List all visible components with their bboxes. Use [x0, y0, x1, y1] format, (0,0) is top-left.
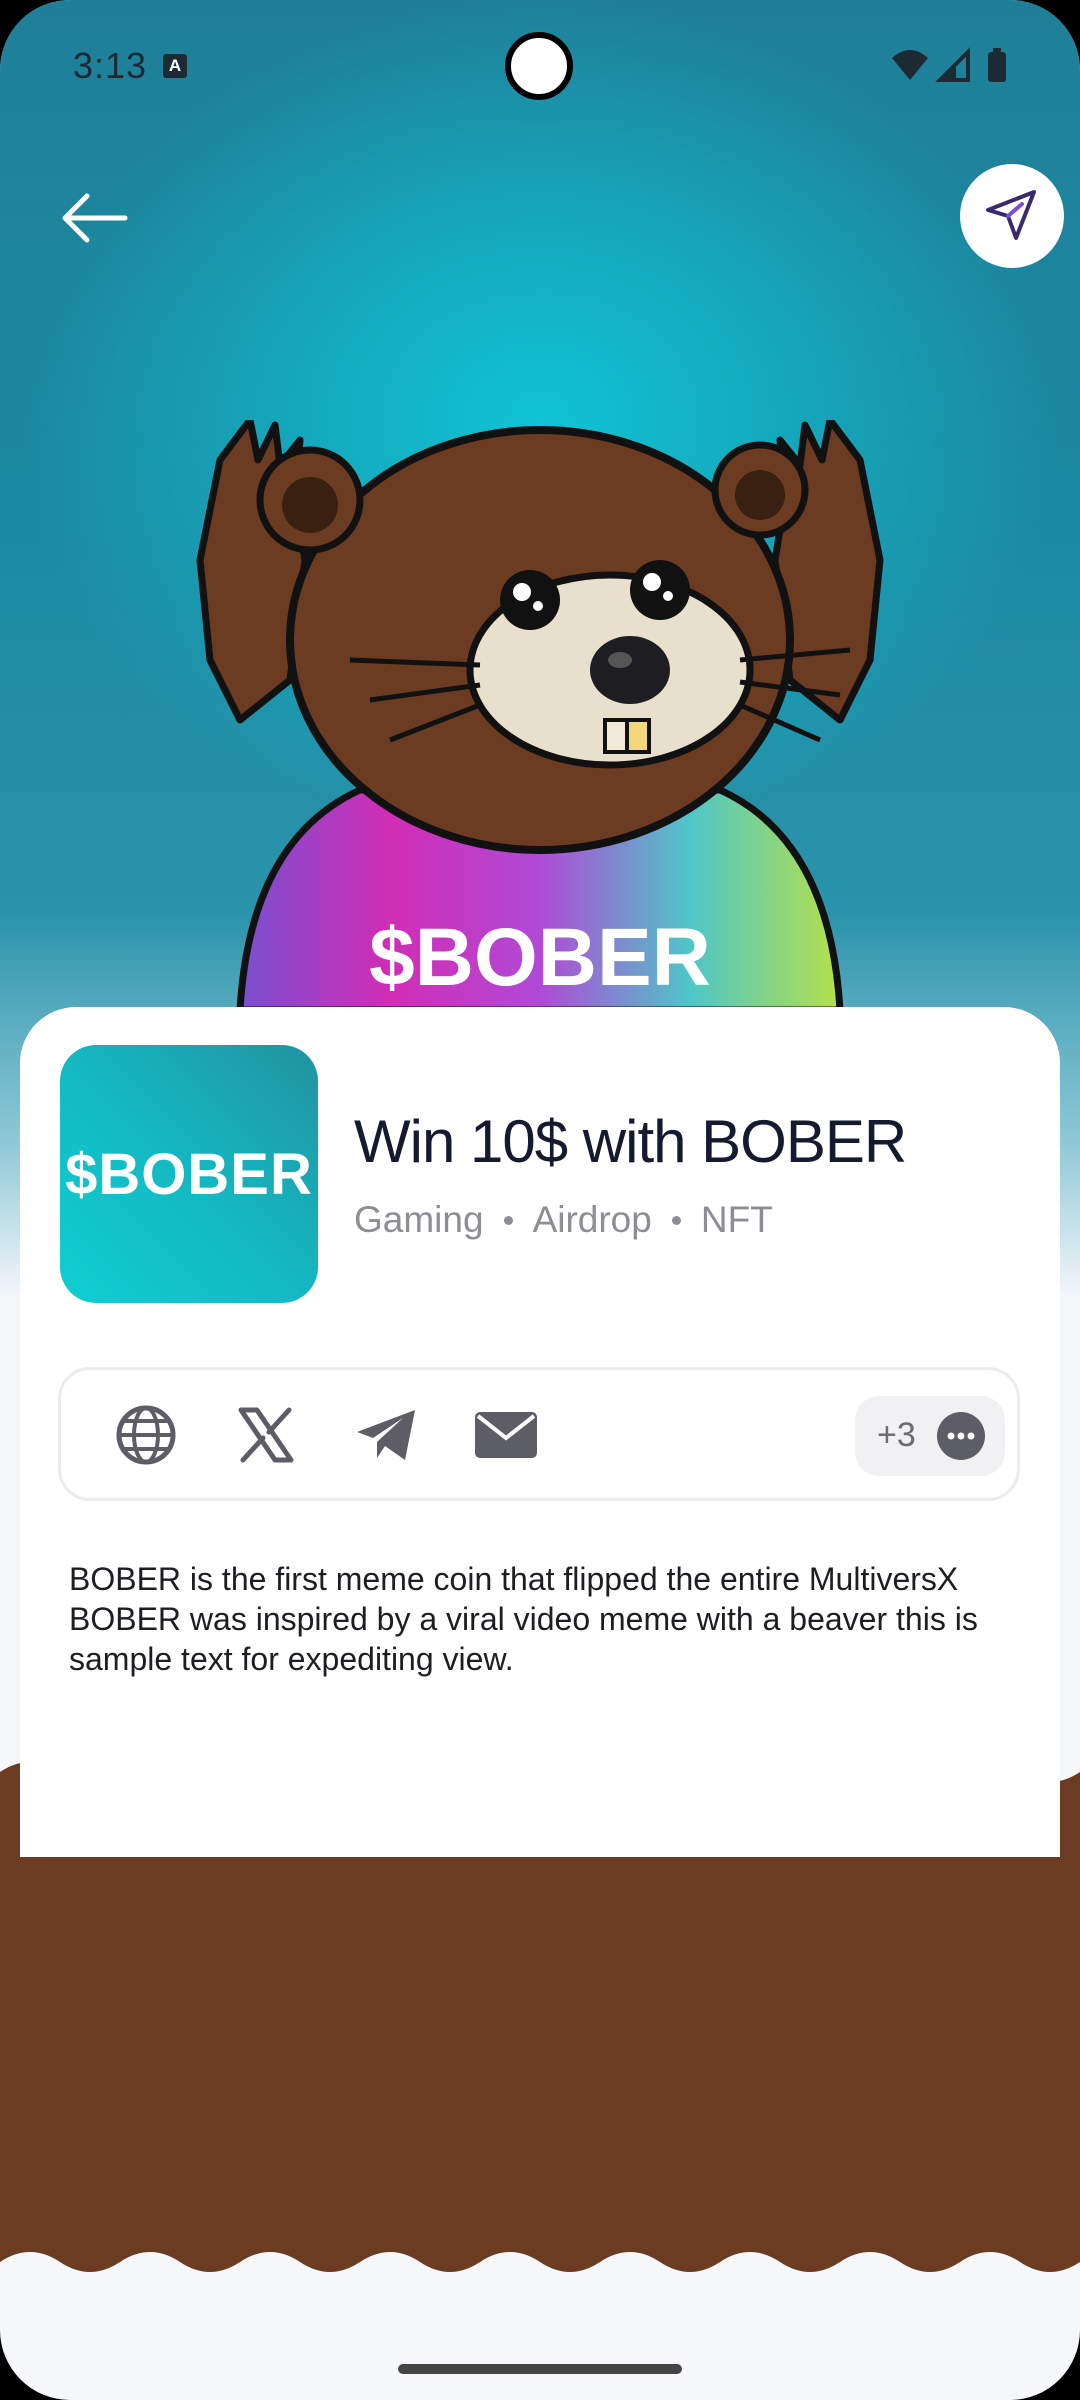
more-links-count: +3 [877, 1416, 916, 1454]
project-tags: Gaming Airdrop NFT [354, 1199, 773, 1241]
x-link[interactable] [233, 1402, 299, 1468]
x-icon [238, 1407, 294, 1463]
arrow-left-icon [62, 193, 128, 243]
project-card: $BOBER Win 10$ with BOBER Gaming Airdrop… [20, 1007, 1060, 1857]
tag-separator [671, 1215, 681, 1225]
app-screen: $BOBER 3:13 A $BOBER Win 10$ with BOBER … [0, 0, 1080, 2400]
globe-icon [116, 1405, 176, 1465]
beaver-mascot-image: $BOBER [196, 420, 884, 1010]
logo-text: $BOBER [65, 1141, 313, 1207]
ellipsis-icon [937, 1412, 985, 1460]
paper-plane-icon [986, 190, 1036, 240]
home-indicator[interactable] [398, 2364, 682, 2374]
email-link[interactable] [473, 1402, 539, 1468]
more-links-button[interactable]: +3 [855, 1396, 1005, 1476]
back-button[interactable] [55, 182, 135, 262]
battery-icon [988, 52, 1006, 82]
project-logo: $BOBER [60, 1045, 318, 1303]
social-links-bar: +3 [58, 1367, 1020, 1501]
camera-cutout [505, 32, 573, 100]
status-bar: 3:13 A [0, 0, 1080, 130]
mail-icon [475, 1412, 537, 1458]
status-icons [892, 47, 1006, 82]
notification-app-icon: A [163, 54, 187, 78]
shirt-text: $BOBER [369, 912, 711, 1003]
tag-nft: NFT [700, 1199, 773, 1240]
tag-gaming: Gaming [354, 1199, 484, 1240]
wifi-icon [892, 50, 928, 80]
tag-airdrop: Airdrop [532, 1199, 652, 1240]
status-time: 3:13 [73, 45, 148, 86]
tag-separator [503, 1215, 513, 1225]
website-link[interactable] [113, 1402, 179, 1468]
project-description: BOBER is the first meme coin that flippe… [69, 1561, 978, 1677]
telegram-icon [357, 1410, 415, 1460]
telegram-link[interactable] [353, 1402, 419, 1468]
project-title: Win 10$ with BOBER [354, 1108, 907, 1175]
share-button[interactable] [960, 164, 1064, 268]
